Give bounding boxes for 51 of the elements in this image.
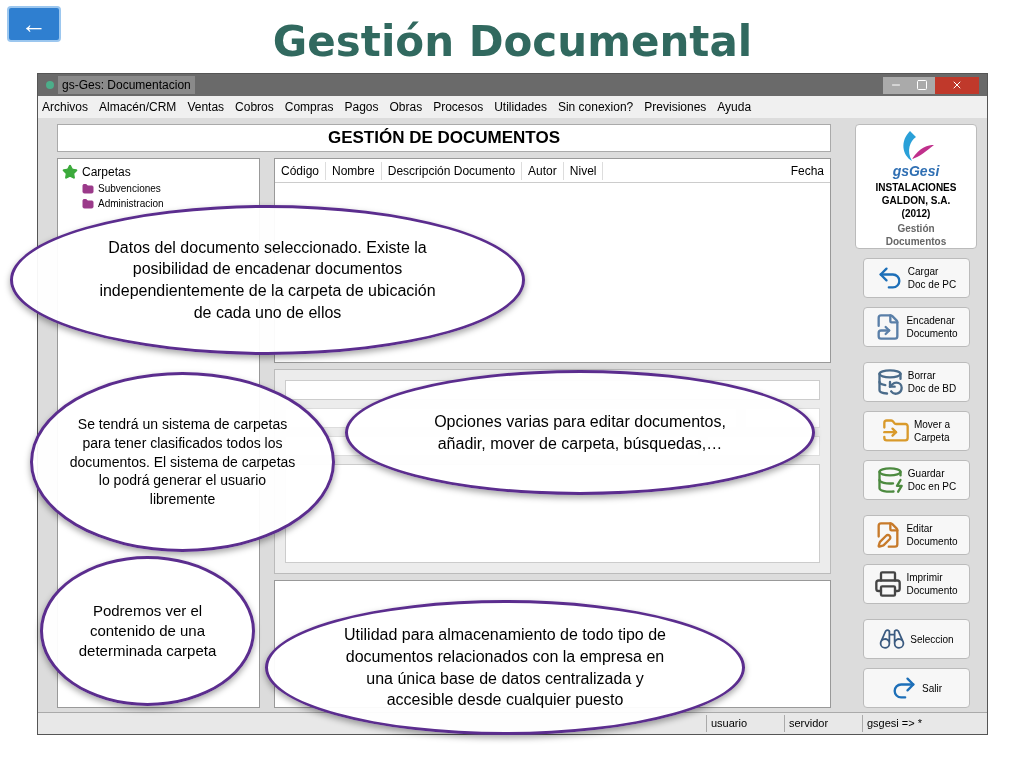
maximize-button[interactable] [909,76,935,94]
tree-item[interactable]: Subvenciones [98,181,161,196]
logo-subtitle: Gestión Documentos [884,222,948,248]
action-button[interactable]: Imprimir Documento [862,564,970,604]
action-button[interactable]: Encadenar Documento [862,307,970,347]
action-button[interactable]: Guardar Doc en PC [862,460,970,500]
status-field: gsgesi => * [862,715,940,732]
logo-name: gsGesi [892,163,940,179]
printer-icon [874,570,903,598]
menu-item[interactable]: Previsiones [644,98,707,116]
status-field: servidor [784,715,862,732]
minimize-button[interactable] [883,76,909,94]
menu-item[interactable]: Compras [284,98,334,116]
column-header[interactable]: Nombre [326,161,382,180]
action-button[interactable]: Seleccion [862,619,970,659]
menu-item[interactable]: Archivos [42,98,88,116]
column-header[interactable]: Código [275,161,327,180]
folder-icon [82,197,94,210]
app-icon [46,81,54,89]
database-icon [875,466,904,494]
company-name: INSTALACIONES GALDON, S.A. (2012) [874,181,958,220]
folder-icon [881,417,910,445]
window-title: gs-Ges: Documentacion [58,76,195,94]
close-icon [951,79,963,91]
status-field: usuario [706,715,784,732]
menu-item[interactable]: Pagos [344,98,379,116]
menu-item[interactable]: Ayuda [717,98,752,116]
tree-item[interactable]: Carpetas [82,163,131,181]
star-icon [62,164,78,180]
folder-icon [82,182,94,195]
column-header[interactable]: Descripción Documento [381,161,523,180]
action-button[interactable]: Borrar Doc de BD [862,362,970,402]
slide-title: Gestión Documental [272,16,753,68]
column-header[interactable]: Autor [522,161,564,180]
action-button[interactable]: Salir [862,668,970,708]
header-bar: GESTIÓN DE DOCUMENTOS [57,124,831,152]
action-button[interactable]: Cargar Doc de PC [862,258,970,298]
action-button[interactable]: Mover a Carpeta [862,411,970,451]
back-button[interactable]: ← [7,6,61,42]
column-header[interactable]: Fecha [784,161,830,180]
menu-item[interactable]: Cobros [235,98,274,116]
database-icon [875,368,904,396]
column-header[interactable]: Nivel [563,161,604,180]
menu-item[interactable]: Sin conexion? [557,98,634,116]
action-button[interactable]: Editar Documento [862,515,970,555]
menu-item[interactable]: Utilidades [494,98,547,116]
menu-item[interactable]: Ventas [187,98,225,116]
maximize-icon [916,79,928,91]
menu-item[interactable]: Obras [389,98,423,116]
menu-item[interactable]: Almacén/CRM [99,98,177,116]
menu-item[interactable]: Procesos [433,98,484,116]
